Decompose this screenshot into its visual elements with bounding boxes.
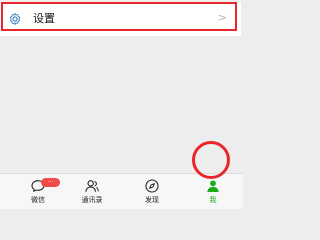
tab-label-discover: 发现 xyxy=(145,196,159,204)
tab-contacts[interactable]: 通讯录 xyxy=(72,174,112,209)
tab-discover[interactable]: 发现 xyxy=(132,174,172,209)
gear-icon xyxy=(9,12,21,26)
chevron-right-icon: > xyxy=(217,11,227,24)
contacts-icon xyxy=(85,180,99,192)
tab-chats[interactable]: ··· 微信 xyxy=(18,174,60,209)
bottom-tab-bar: ··· 微信 通讯录 发现 我 xyxy=(0,173,243,209)
person-icon xyxy=(207,180,219,192)
compass-icon xyxy=(145,179,159,193)
settings-row[interactable]: 设置 > xyxy=(0,2,241,36)
unread-badge: ··· xyxy=(41,178,60,187)
tab-me[interactable]: 我 xyxy=(193,174,233,209)
tab-label-contacts: 通讯录 xyxy=(81,196,103,204)
settings-label: 设置 xyxy=(33,12,55,25)
tab-label-me: 我 xyxy=(209,196,217,204)
tab-label-chats: 微信 xyxy=(31,196,45,204)
